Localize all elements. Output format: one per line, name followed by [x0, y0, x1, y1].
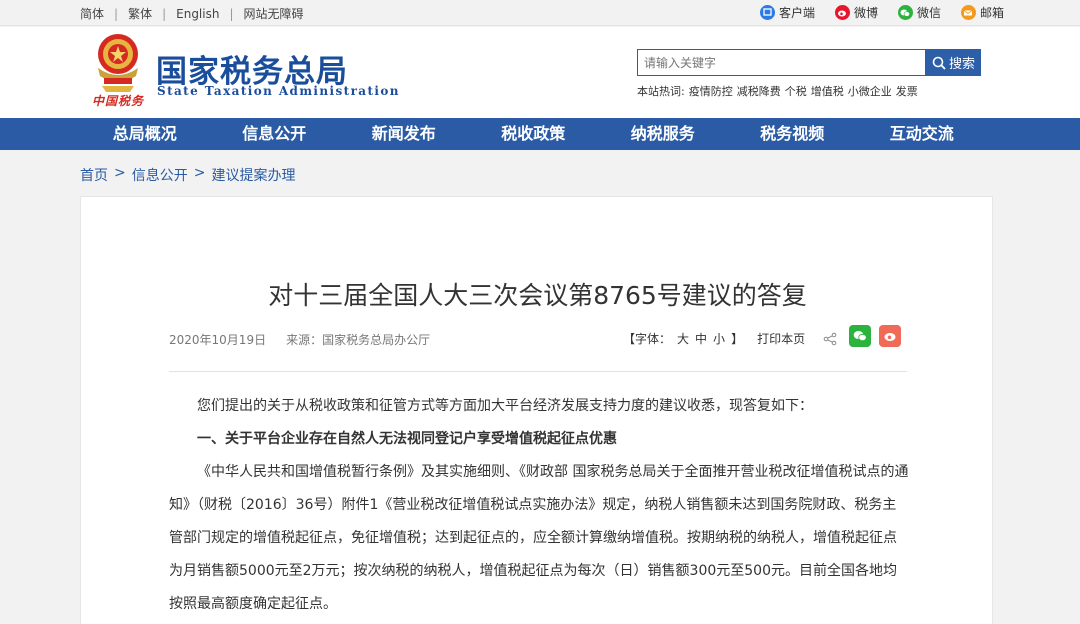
print-button[interactable]: 打印本页 [757, 330, 805, 347]
client-icon [759, 5, 775, 20]
lang-traditional[interactable]: 繁体 [128, 5, 152, 22]
emblem-caption: 中国税务 [92, 94, 145, 108]
hot-word[interactable]: 小微企业 [848, 83, 892, 99]
breadcrumb-separator: > [193, 165, 206, 181]
nav-item-policy[interactable]: 税收政策 [469, 118, 599, 150]
wechat-share-icon[interactable] [849, 324, 872, 347]
lang-english[interactable]: English [176, 7, 219, 21]
nav-item-video[interactable]: 税务视频 [728, 118, 858, 150]
article-source: 来源：国家税务总局办公厅 [286, 333, 431, 347]
lang-simplified[interactable]: 简体 [80, 5, 104, 22]
mail-label: 邮箱 [979, 6, 1004, 20]
main-nav: 总局概况 信息公开 新闻发布 税收政策 纳税服务 税务视频 互动交流 [0, 118, 1080, 150]
nav-item-overview[interactable]: 总局概况 [80, 118, 210, 150]
breadcrumb-current[interactable]: 建议提案办理 [211, 165, 295, 185]
article-heading: 一、关于平台企业存在自然人无法视同登记户享受增值税起征点优惠 [197, 431, 617, 447]
weibo-icon [834, 5, 850, 20]
nav-item-disclosure[interactable]: 信息公开 [210, 118, 340, 150]
weibo-link[interactable]: 微博 [834, 4, 878, 21]
article-panel: 对十三届全国人大三次会议第8765号建议的答复 2020年10月19日 来源：国… [80, 196, 993, 624]
separator: | [162, 6, 167, 21]
mail-icon [960, 5, 976, 20]
client-label: 客户端 [778, 6, 815, 20]
separator: | [114, 6, 119, 21]
top-utility-bar: 简体 | 繁体 | English | 网站无障碍 客户端 微博 微信 邮箱 [0, 0, 1080, 26]
hot-words-label: 本站热词: [637, 85, 685, 98]
font-size-label: 【字体： [623, 332, 672, 346]
article-tools: 【字体： 大 中 小 】 打印本页 [623, 324, 902, 347]
client-link[interactable]: 客户端 [759, 4, 815, 21]
accessibility-link[interactable]: 网站无障碍 [244, 5, 304, 22]
breadcrumb: 首页 > 信息公开 > 建议提案办理 [80, 165, 295, 185]
hot-word[interactable]: 增值税 [811, 83, 844, 99]
article-date: 2020年10月19日 [169, 333, 267, 347]
search-button-label: 搜索 [948, 57, 975, 72]
nav-item-service[interactable]: 纳税服务 [598, 118, 728, 150]
wechat-label: 微信 [916, 6, 941, 20]
share-icon[interactable] [823, 332, 837, 346]
hot-word[interactable]: 发票 [896, 83, 918, 99]
search-icon [932, 56, 946, 70]
site-header: 中国税务 国家税务总局 State Taxation Administratio… [0, 27, 1080, 118]
breadcrumb-home[interactable]: 首页 [80, 165, 108, 185]
nav-item-interaction[interactable]: 互动交流 [857, 118, 987, 150]
weibo-share-icon[interactable] [879, 324, 902, 347]
hot-words: 本站热词: 疫情防控 减税降费 个税 增值税 小微企业 发票 [637, 83, 918, 99]
emblem-logo[interactable]: 中国税务 [88, 30, 148, 112]
font-size-close: 】 [731, 332, 744, 346]
breadcrumb-separator: > [114, 165, 126, 181]
nav-item-news[interactable]: 新闻发布 [339, 118, 469, 150]
divider [169, 371, 907, 372]
hot-word[interactable]: 疫情防控 [689, 83, 733, 99]
hot-word[interactable]: 个税 [785, 83, 807, 99]
wechat-link[interactable]: 微信 [897, 4, 941, 21]
language-switcher: 简体 | 繁体 | English | 网站无障碍 [80, 5, 304, 22]
search-button[interactable]: 搜索 [926, 49, 981, 76]
font-small-button[interactable]: 小 [713, 330, 725, 347]
article-title: 对十三届全国人大三次会议第8765号建议的答复 [268, 281, 807, 310]
separator: | [229, 6, 234, 21]
font-medium-button[interactable]: 中 [695, 330, 707, 347]
wechat-icon [897, 5, 913, 20]
weibo-label: 微博 [853, 6, 878, 20]
breadcrumb-disclosure[interactable]: 信息公开 [132, 165, 188, 185]
mail-link[interactable]: 邮箱 [960, 4, 1004, 21]
brand-subtitle: State Taxation Administration [157, 84, 400, 98]
article-meta: 2020年10月19日 来源：国家税务总局办公厅 [169, 331, 430, 348]
article-paragraph: 您们提出的关于从税收政策和征管方式等方面加大平台经济发展支持力度的建议收悉，现答… [197, 398, 813, 414]
article-body: 您们提出的关于从税收政策和征管方式等方面加大平台经济发展支持力度的建议收悉，现答… [169, 390, 909, 621]
search-input[interactable] [637, 49, 926, 76]
social-links: 客户端 微博 微信 邮箱 [759, 4, 1004, 21]
article-paragraph: 《中华人民共和国增值税暂行条例》及其实施细则、《财政部 国家税务总局关于全面推开… [169, 464, 909, 612]
font-large-button[interactable]: 大 [677, 330, 689, 347]
hot-word[interactable]: 减税降费 [737, 83, 781, 99]
